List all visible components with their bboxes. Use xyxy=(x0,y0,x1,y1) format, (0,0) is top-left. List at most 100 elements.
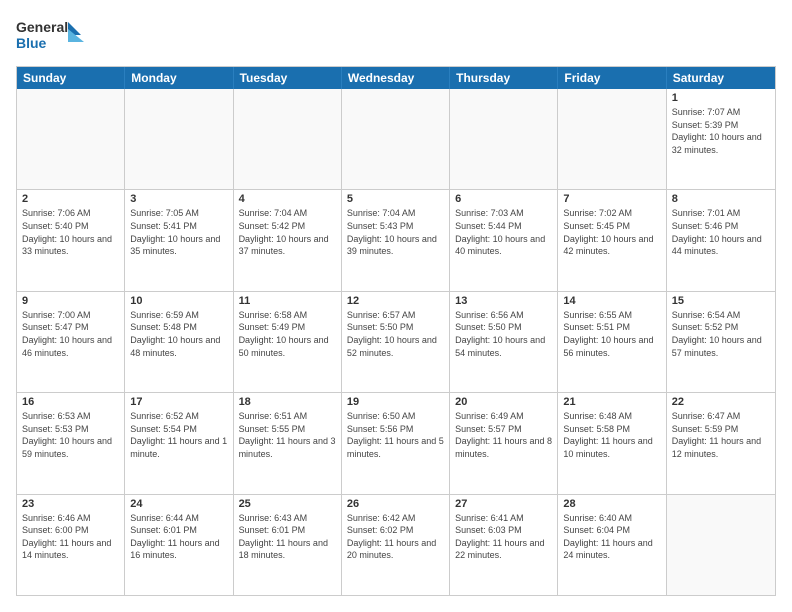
day-number: 7 xyxy=(563,193,660,205)
calendar: SundayMondayTuesdayWednesdayThursdayFrid… xyxy=(16,66,776,596)
calendar-cell: 28 Sunrise: 6:40 AMSunset: 6:04 PMDayligh… xyxy=(558,495,666,595)
day-number: 2 xyxy=(22,193,119,205)
calendar-cell: 14Sunrise: 6:55 AMSunset: 5:51 PMDayligh… xyxy=(558,292,666,392)
day-number: 28 xyxy=(563,498,660,510)
calendar-cell: 18 Sunrise: 6:51 AMSunset: 5:55 PMDayligh… xyxy=(234,393,342,493)
calendar-cell: 26 Sunrise: 6:42 AMSunset: 6:02 PMDayligh… xyxy=(342,495,450,595)
day-number: 3 xyxy=(130,193,227,205)
day-info: Sunrise: 7:00 AMSunset: 5:47 PMDaylight:… xyxy=(22,309,119,359)
calendar-row-3: 16 Sunrise: 6:53 AMSunset: 5:53 PMDayligh… xyxy=(17,392,775,493)
day-info: Sunrise: 6:48 AMSunset: 5:58 PMDaylight:… xyxy=(563,410,660,460)
day-number: 16 xyxy=(22,396,119,408)
calendar-row-4: 23 Sunrise: 6:46 AMSunset: 6:00 PMDayligh… xyxy=(17,494,775,595)
calendar-cell: 27 Sunrise: 6:41 AMSunset: 6:03 PMDayligh… xyxy=(450,495,558,595)
day-info: Sunrise: 6:42 AMSunset: 6:02 PMDaylight:… xyxy=(347,512,444,562)
day-info: Sunrise: 6:54 AMSunset: 5:52 PMDaylight:… xyxy=(672,309,770,359)
day-number: 5 xyxy=(347,193,444,205)
day-info: Sunrise: 7:06 AMSunset: 5:40 PMDaylight:… xyxy=(22,207,119,257)
calendar-row-0: 1 Sunrise: 7:07 AMSunset: 5:39 PMDaylight… xyxy=(17,89,775,189)
calendar-cell: 7 Sunrise: 7:02 AMSunset: 5:45 PMDaylight… xyxy=(558,190,666,290)
header-cell-saturday: Saturday xyxy=(667,67,775,89)
calendar-body: 1 Sunrise: 7:07 AMSunset: 5:39 PMDaylight… xyxy=(17,89,775,595)
day-number: 14 xyxy=(563,295,660,307)
header-cell-wednesday: Wednesday xyxy=(342,67,450,89)
header-cell-tuesday: Tuesday xyxy=(234,67,342,89)
day-info: Sunrise: 6:47 AMSunset: 5:59 PMDaylight:… xyxy=(672,410,770,460)
day-number: 27 xyxy=(455,498,552,510)
calendar-cell: 17Sunrise: 6:52 AMSunset: 5:54 PMDayligh… xyxy=(125,393,233,493)
svg-text:General: General xyxy=(16,19,68,35)
calendar-cell: 22 Sunrise: 6:47 AMSunset: 5:59 PMDayligh… xyxy=(667,393,775,493)
day-number: 19 xyxy=(347,396,444,408)
calendar-cell: 1 Sunrise: 7:07 AMSunset: 5:39 PMDaylight… xyxy=(667,89,775,189)
day-number: 25 xyxy=(239,498,336,510)
day-number: 6 xyxy=(455,193,552,205)
calendar-cell xyxy=(342,89,450,189)
day-number: 13 xyxy=(455,295,552,307)
day-info: Sunrise: 6:58 AMSunset: 5:49 PMDaylight:… xyxy=(239,309,336,359)
day-number: 1 xyxy=(672,92,770,104)
header-cell-thursday: Thursday xyxy=(450,67,558,89)
calendar-cell: 16 Sunrise: 6:53 AMSunset: 5:53 PMDayligh… xyxy=(17,393,125,493)
day-number: 20 xyxy=(455,396,552,408)
day-number: 17 xyxy=(130,396,227,408)
day-number: 9 xyxy=(22,295,119,307)
day-number: 22 xyxy=(672,396,770,408)
day-info: Sunrise: 6:41 AMSunset: 6:03 PMDaylight:… xyxy=(455,512,552,562)
day-info: Sunrise: 6:46 AMSunset: 6:00 PMDaylight:… xyxy=(22,512,119,562)
calendar-cell: 5 Sunrise: 7:04 AMSunset: 5:43 PMDaylight… xyxy=(342,190,450,290)
calendar-cell: 20 Sunrise: 6:49 AMSunset: 5:57 PMDayligh… xyxy=(450,393,558,493)
day-number: 8 xyxy=(672,193,770,205)
day-number: 26 xyxy=(347,498,444,510)
calendar-row-1: 2 Sunrise: 7:06 AMSunset: 5:40 PMDaylight… xyxy=(17,189,775,290)
day-info: Sunrise: 7:04 AMSunset: 5:43 PMDaylight:… xyxy=(347,207,444,257)
day-info: Sunrise: 7:05 AMSunset: 5:41 PMDaylight:… xyxy=(130,207,227,257)
calendar-cell xyxy=(450,89,558,189)
day-info: Sunrise: 6:53 AMSunset: 5:53 PMDaylight:… xyxy=(22,410,119,460)
calendar-cell: 15Sunrise: 6:54 AMSunset: 5:52 PMDayligh… xyxy=(667,292,775,392)
day-number: 24 xyxy=(130,498,227,510)
calendar-cell xyxy=(558,89,666,189)
day-info: Sunrise: 7:07 AMSunset: 5:39 PMDaylight:… xyxy=(672,106,770,156)
day-info: Sunrise: 6:56 AMSunset: 5:50 PMDaylight:… xyxy=(455,309,552,359)
calendar-cell xyxy=(667,495,775,595)
calendar-cell: 24 Sunrise: 6:44 AMSunset: 6:01 PMDayligh… xyxy=(125,495,233,595)
calendar-cell: 11 Sunrise: 6:58 AMSunset: 5:49 PMDayligh… xyxy=(234,292,342,392)
page: GeneralBlue SundayMondayTuesdayWednesday… xyxy=(0,0,792,612)
calendar-cell: 6Sunrise: 7:03 AMSunset: 5:44 PMDaylight… xyxy=(450,190,558,290)
day-number: 12 xyxy=(347,295,444,307)
day-info: Sunrise: 7:04 AMSunset: 5:42 PMDaylight:… xyxy=(239,207,336,257)
calendar-cell: 3 Sunrise: 7:05 AMSunset: 5:41 PMDaylight… xyxy=(125,190,233,290)
header-cell-sunday: Sunday xyxy=(17,67,125,89)
day-info: Sunrise: 6:49 AMSunset: 5:57 PMDaylight:… xyxy=(455,410,552,460)
day-info: Sunrise: 6:40 AMSunset: 6:04 PMDaylight:… xyxy=(563,512,660,562)
day-number: 23 xyxy=(22,498,119,510)
day-number: 18 xyxy=(239,396,336,408)
calendar-cell: 9 Sunrise: 7:00 AMSunset: 5:47 PMDaylight… xyxy=(17,292,125,392)
calendar-cell: 19 Sunrise: 6:50 AMSunset: 5:56 PMDayligh… xyxy=(342,393,450,493)
calendar-row-2: 9 Sunrise: 7:00 AMSunset: 5:47 PMDaylight… xyxy=(17,291,775,392)
day-info: Sunrise: 6:50 AMSunset: 5:56 PMDaylight:… xyxy=(347,410,444,460)
day-number: 4 xyxy=(239,193,336,205)
calendar-cell: 12 Sunrise: 6:57 AMSunset: 5:50 PMDayligh… xyxy=(342,292,450,392)
day-info: Sunrise: 6:57 AMSunset: 5:50 PMDaylight:… xyxy=(347,309,444,359)
calendar-cell: 10 Sunrise: 6:59 AMSunset: 5:48 PMDayligh… xyxy=(125,292,233,392)
header-cell-friday: Friday xyxy=(558,67,666,89)
day-number: 11 xyxy=(239,295,336,307)
day-info: Sunrise: 7:02 AMSunset: 5:45 PMDaylight:… xyxy=(563,207,660,257)
calendar-cell: 25 Sunrise: 6:43 AMSunset: 6:01 PMDayligh… xyxy=(234,495,342,595)
day-info: Sunrise: 7:01 AMSunset: 5:46 PMDaylight:… xyxy=(672,207,770,257)
day-info: Sunrise: 6:59 AMSunset: 5:48 PMDaylight:… xyxy=(130,309,227,359)
calendar-cell xyxy=(234,89,342,189)
day-info: Sunrise: 6:51 AMSunset: 5:55 PMDaylight:… xyxy=(239,410,336,460)
calendar-cell: 8 Sunrise: 7:01 AMSunset: 5:46 PMDaylight… xyxy=(667,190,775,290)
calendar-cell xyxy=(17,89,125,189)
header-cell-monday: Monday xyxy=(125,67,233,89)
calendar-cell: 21Sunrise: 6:48 AMSunset: 5:58 PMDayligh… xyxy=(558,393,666,493)
calendar-cell: 4 Sunrise: 7:04 AMSunset: 5:42 PMDaylight… xyxy=(234,190,342,290)
calendar-header: SundayMondayTuesdayWednesdayThursdayFrid… xyxy=(17,67,775,89)
day-info: Sunrise: 6:43 AMSunset: 6:01 PMDaylight:… xyxy=(239,512,336,562)
day-info: Sunrise: 6:44 AMSunset: 6:01 PMDaylight:… xyxy=(130,512,227,562)
calendar-cell: 2 Sunrise: 7:06 AMSunset: 5:40 PMDaylight… xyxy=(17,190,125,290)
day-number: 10 xyxy=(130,295,227,307)
